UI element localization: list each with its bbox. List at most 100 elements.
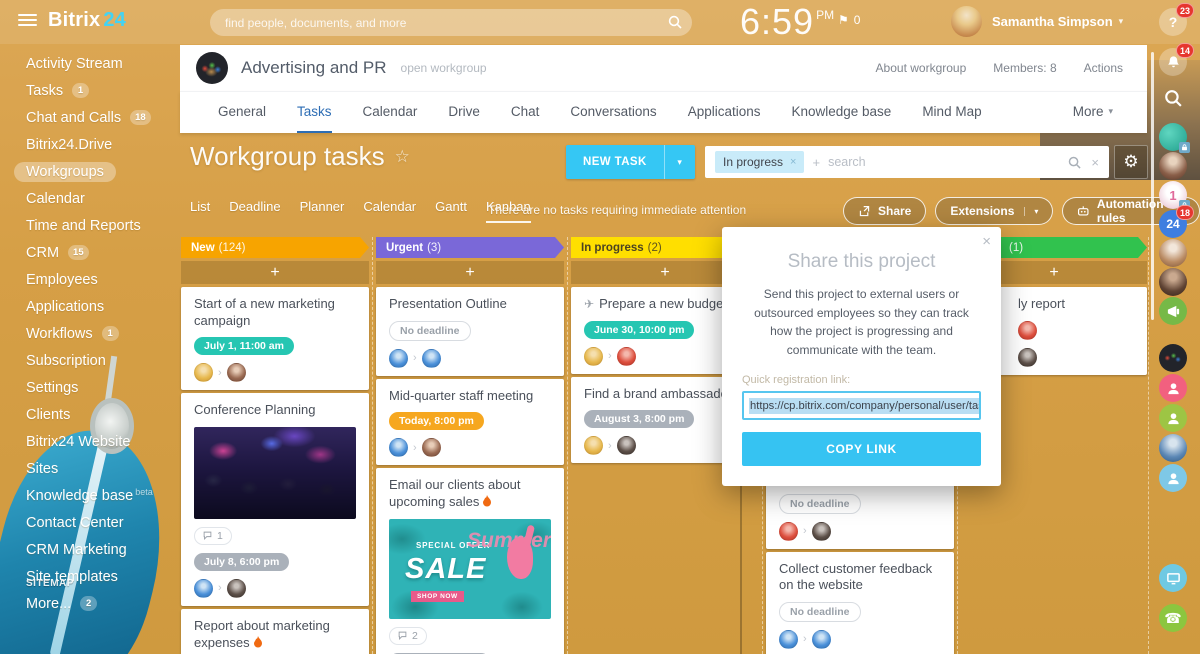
task-card[interactable]: Mid-quarter staff meeting Today, 8:00 pm… — [376, 378, 564, 466]
deadline-badge[interactable]: July 8, 6:00 pm — [194, 552, 290, 571]
avatar[interactable] — [194, 363, 213, 383]
chat-avatar[interactable] — [1159, 152, 1187, 180]
deadline-badge[interactable]: Today, 8:00 pm — [389, 412, 484, 431]
sidebar-item-crm-marketing[interactable]: CRM Marketing — [0, 536, 180, 563]
clock[interactable]: 6:59 PM — [740, 1, 834, 43]
view-list[interactable]: List — [190, 199, 210, 223]
add-task-button[interactable]: + — [376, 261, 564, 284]
avatar[interactable] — [226, 578, 246, 598]
avatar[interactable] — [811, 629, 831, 649]
sidebar-item-bitrix24-drive[interactable]: Bitrix24.Drive — [0, 131, 180, 158]
tab-applications[interactable]: Applications — [688, 92, 761, 133]
chat-avatar[interactable] — [1159, 268, 1187, 296]
avatar[interactable] — [584, 436, 603, 456]
column-header-urgent[interactable]: Urgent (3) — [376, 237, 564, 258]
copy-link-button[interactable]: COPY LINK — [742, 432, 981, 467]
sidebar-item-bitrix24-website[interactable]: Bitrix24 Website — [0, 428, 180, 455]
sidebar-item-subscription[interactable]: Subscription — [0, 347, 180, 374]
sidebar-item-workgroups[interactable]: Workgroups — [0, 158, 180, 185]
actions-link[interactable]: Actions — [1084, 61, 1123, 75]
bitrix24-logo[interactable]: Bitrix 24 — [48, 9, 126, 32]
workgroup-avatar[interactable] — [196, 52, 228, 84]
sidebar-item-tasks[interactable]: Tasks 1 — [0, 77, 180, 104]
guest-user-button[interactable] — [1159, 464, 1187, 492]
remove-filter-icon[interactable]: × — [790, 156, 796, 168]
tab-conversations[interactable]: Conversations — [570, 92, 656, 133]
sidebar-item-activity-stream[interactable]: Activity Stream — [0, 50, 180, 77]
column-header-new[interactable]: New (124) — [181, 237, 369, 258]
page-scrollbar[interactable] — [1151, 52, 1154, 320]
notifications-button[interactable]: 14 — [1159, 43, 1194, 76]
avatar[interactable] — [421, 348, 441, 368]
screen-share-button[interactable] — [1159, 564, 1187, 592]
chat-avatar-group[interactable] — [1159, 123, 1190, 153]
view-planner[interactable]: Planner — [300, 199, 345, 223]
tab-mind-map[interactable]: Mind Map — [922, 92, 981, 133]
sidebar-item-clients[interactable]: Clients — [0, 401, 180, 428]
favorite-star-icon[interactable]: ☆ — [395, 147, 410, 167]
task-card[interactable]: Collect customer feedback on the website… — [766, 551, 954, 654]
view-calendar[interactable]: Calendar — [363, 199, 416, 223]
avatar[interactable] — [389, 438, 408, 458]
employee-button[interactable] — [1159, 404, 1187, 432]
search-icon[interactable] — [668, 15, 682, 34]
task-card[interactable]: Report about marketing expenses 1 July 1… — [181, 608, 369, 654]
registration-link-input[interactable]: https://cp.bitrix.com/company/personal/u… — [742, 391, 981, 421]
sidebar-item-employees[interactable]: Employees — [0, 266, 180, 293]
user-menu[interactable]: Samantha Simpson ▾ — [992, 14, 1123, 29]
members-link[interactable]: Members: 8 — [993, 61, 1056, 75]
sidebar-item-calendar[interactable]: Calendar — [0, 185, 180, 212]
task-card[interactable]: Start of a new marketing campaign July 1… — [181, 287, 369, 391]
sidebar-item-sites[interactable]: Sites — [0, 455, 180, 482]
sidebar-item-crm[interactable]: CRM 15 — [0, 239, 180, 266]
sidebar-item-chat-and-calls[interactable]: Chat and Calls 18 — [0, 104, 180, 131]
flag-counter[interactable]: ⚑ 0 — [838, 13, 860, 27]
filter-chip-in-progress[interactable]: In progress × — [715, 151, 805, 173]
chat-avatar[interactable] — [1159, 434, 1187, 462]
avatar[interactable] — [779, 629, 798, 649]
rail-search-button[interactable] — [1159, 84, 1187, 112]
avatar[interactable] — [779, 521, 798, 541]
chevron-down-icon[interactable]: ▾ — [1024, 206, 1038, 216]
avatar[interactable] — [1018, 320, 1037, 340]
avatar[interactable] — [421, 438, 441, 458]
invite-user-button[interactable] — [1159, 374, 1187, 402]
tab-tasks[interactable]: Tasks — [297, 92, 332, 133]
deadline-badge[interactable]: No deadline — [779, 493, 861, 514]
sidebar-item-time-and-reports[interactable]: Time and Reports — [0, 212, 180, 239]
tab-drive[interactable]: Drive — [448, 92, 480, 133]
deadline-badge[interactable]: No deadline — [389, 320, 471, 341]
sidebar-item-workflows[interactable]: Workflows 1 — [0, 320, 180, 347]
sidebar-item-knowledge-base[interactable]: Knowledge base beta — [0, 482, 180, 509]
bitrix24-messenger-button[interactable]: 24 18 — [1159, 205, 1194, 238]
sidebar-item-applications[interactable]: Applications — [0, 293, 180, 320]
tab-calendar[interactable]: Calendar — [363, 92, 418, 133]
close-icon[interactable]: × — [982, 233, 991, 250]
view-deadline[interactable]: Deadline — [229, 199, 280, 223]
tab-chat[interactable]: Chat — [511, 92, 540, 133]
help-button[interactable]: ? 23 — [1159, 3, 1194, 36]
avatar[interactable] — [811, 521, 831, 541]
task-card[interactable]: Conference Planning 1 July 8, 6:00 pm › — [181, 393, 369, 606]
new-task-button[interactable]: NEW TASK ▾ — [566, 145, 695, 179]
sidebar-item-settings[interactable]: Settings — [0, 374, 180, 401]
view-gantt[interactable]: Gantt — [435, 199, 467, 223]
avatar[interactable] — [584, 346, 603, 366]
avatar[interactable] — [226, 363, 246, 383]
tab-general[interactable]: General — [218, 92, 266, 133]
task-card[interactable]: Presentation Outline No deadline › — [376, 287, 564, 376]
avatar[interactable] — [616, 346, 636, 366]
extensions-button[interactable]: Extensions ▾ — [935, 197, 1054, 225]
callback-button[interactable]: ☎ — [1159, 604, 1187, 632]
user-avatar[interactable] — [951, 6, 982, 37]
add-task-button[interactable]: + — [181, 261, 369, 284]
about-workgroup-link[interactable]: About workgroup — [876, 61, 967, 75]
filter-search-placeholder[interactable]: search — [828, 155, 1060, 169]
sidebar-item-contact-center[interactable]: Contact Center — [0, 509, 180, 536]
deadline-badge[interactable]: June 30, 10:00 pm — [584, 320, 695, 339]
sitemap-link[interactable]: SITEMAP — [26, 578, 74, 589]
avatar[interactable] — [194, 578, 213, 598]
clear-filter-icon[interactable]: × — [1091, 155, 1099, 170]
sidebar-item-more[interactable]: More... 2 — [0, 590, 180, 617]
board-settings-button[interactable]: ⚙ — [1114, 145, 1148, 179]
